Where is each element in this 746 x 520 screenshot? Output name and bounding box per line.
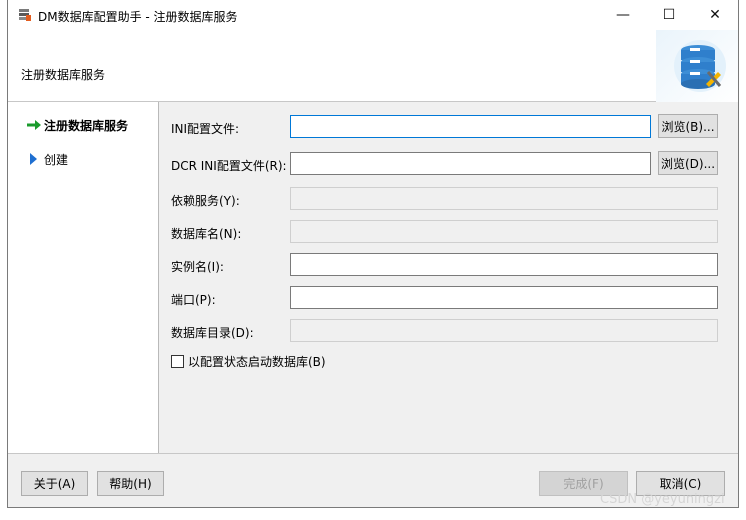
db-dir-input: [290, 319, 718, 342]
help-button[interactable]: 帮助(H): [97, 471, 164, 496]
instance-name-label: 实例名(I):: [171, 260, 224, 274]
dcr-ini-file-input[interactable]: [290, 152, 651, 175]
nav-item-register-service[interactable]: 注册数据库服务: [26, 116, 128, 134]
page-title: 注册数据库服务: [21, 68, 106, 82]
ini-file-label: INI配置文件:: [171, 122, 240, 136]
browse-dcr-ini-button[interactable]: 浏览(D)...: [658, 151, 718, 175]
port-label: 端口(P):: [171, 293, 216, 307]
dcr-ini-file-label: DCR INI配置文件(R):: [171, 159, 287, 173]
depends-label: 依赖服务(Y):: [171, 194, 240, 208]
title-bar[interactable]: DM数据库配置助手 - 注册数据库服务 — ☐ ✕: [8, 0, 738, 30]
footer-divider: [8, 453, 738, 454]
background-strip: [0, 508, 746, 520]
minimize-icon[interactable]: —: [600, 0, 646, 30]
ini-file-input[interactable]: [290, 115, 651, 138]
maximize-icon[interactable]: ☐: [646, 0, 692, 30]
close-icon[interactable]: ✕: [692, 0, 738, 30]
watermark: CSDN @yeyuningzi: [600, 492, 725, 507]
app-icon: [19, 9, 31, 21]
step-nav: 注册数据库服务 创建: [8, 102, 159, 453]
about-button[interactable]: 关于(A): [21, 471, 88, 496]
browse-ini-button[interactable]: 浏览(B)...: [658, 114, 718, 138]
header-banner: 注册数据库服务: [8, 30, 738, 102]
port-input[interactable]: [290, 286, 718, 309]
start-with-config-label: 以配置状态启动数据库(B): [188, 355, 326, 369]
start-with-config-row[interactable]: 以配置状态启动数据库(B): [171, 353, 326, 370]
nav-item-label: 注册数据库服务: [44, 118, 129, 133]
start-with-config-checkbox[interactable]: [171, 355, 184, 368]
window-title: DM数据库配置助手 - 注册数据库服务: [38, 10, 238, 24]
depends-input: [290, 187, 718, 210]
nav-item-create[interactable]: 创建: [26, 150, 68, 168]
dialog-window: DM数据库配置助手 - 注册数据库服务 — ☐ ✕ 注册数据库服务 注册数据库服…: [7, 0, 739, 508]
triangle-right-icon: [30, 153, 37, 165]
instance-name-input[interactable]: [290, 253, 718, 276]
db-name-input: [290, 220, 718, 243]
db-name-label: 数据库名(N):: [171, 227, 242, 241]
arrow-right-icon: [27, 120, 41, 130]
database-icon: [656, 30, 738, 102]
db-dir-label: 数据库目录(D):: [171, 326, 254, 340]
nav-item-label: 创建: [44, 152, 69, 167]
